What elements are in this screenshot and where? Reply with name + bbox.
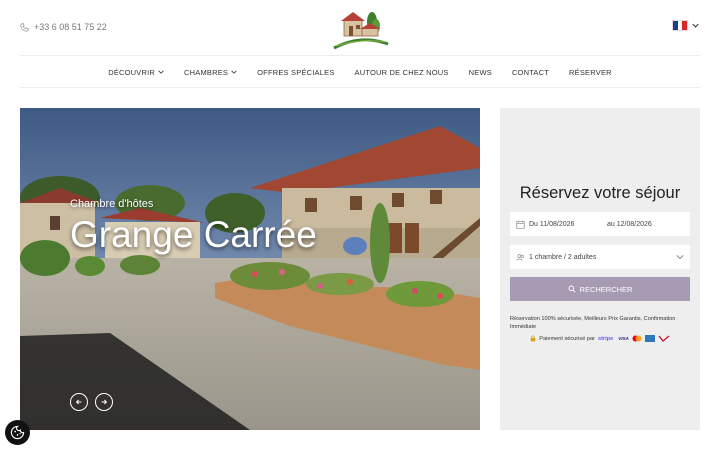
nav-label: RÉSERVER: [569, 67, 612, 77]
booking-title: Réservez votre séjour: [519, 184, 681, 202]
hero-title: Grange Carrée: [70, 214, 317, 255]
site-logo[interactable]: [332, 8, 390, 52]
phone-number: +33 6 08 51 75 22: [34, 22, 107, 32]
search-label: RECHERCHER: [579, 284, 633, 294]
search-icon: [568, 285, 576, 293]
date-range-field[interactable]: Du 11/08/2026 au 12/08/2026: [510, 212, 690, 236]
nav-label: NEWS: [468, 67, 492, 77]
visa-logo: VISA: [618, 336, 629, 341]
chevron-down-icon: [692, 23, 699, 28]
guests-field[interactable]: 1 chambre / 2 adultes: [510, 245, 690, 269]
hero-slider: Chambre d'hôtes Grange Carrée: [20, 108, 480, 430]
nav-item-offres[interactable]: OFFRES SPÉCIALES: [247, 68, 344, 77]
logo-image: [333, 12, 389, 50]
nav-item-chambres[interactable]: CHAMBRES: [174, 68, 247, 77]
mastercard-icon: [632, 335, 642, 342]
top-bar: +33 6 08 51 75 22: [0, 0, 720, 56]
slider-prev-button[interactable]: [70, 393, 88, 411]
chevron-down-icon: [231, 70, 237, 74]
search-button[interactable]: RECHERCHER: [510, 277, 690, 301]
phone-contact[interactable]: +33 6 08 51 75 22: [20, 20, 107, 34]
secure-payment-row: Paiement sécurisé par stripe VISA: [500, 335, 700, 342]
nav-label: CHAMBRES: [184, 67, 229, 77]
calendar-icon: [516, 220, 525, 229]
chevron-down-icon: [158, 70, 164, 74]
divider-top: [20, 55, 700, 56]
nav-label: OFFRES SPÉCIALES: [257, 67, 335, 77]
nav-label: DÉCOUVRIR: [108, 67, 156, 77]
lock-icon: [530, 335, 536, 342]
nav-item-contact[interactable]: CONTACT: [502, 68, 559, 77]
divider-nav: [20, 87, 700, 88]
main-nav: DÉCOUVRIR CHAMBRES OFFRES SPÉCIALES AUTO…: [0, 62, 720, 82]
guests-value: 1 chambre / 2 adultes: [529, 253, 597, 261]
payment-label: Paiement sécurisé par: [539, 335, 595, 342]
cookie-settings-button[interactable]: [5, 420, 30, 445]
france-flag-icon: [672, 20, 688, 31]
nav-label: AUTOUR DE CHEZ NOUS: [354, 67, 449, 77]
nav-item-autour[interactable]: AUTOUR DE CHEZ NOUS: [345, 68, 459, 77]
nav-item-news[interactable]: NEWS: [459, 68, 502, 77]
date-to: au 12/08/2026: [607, 220, 652, 228]
card-brand-icon: [658, 335, 670, 342]
amex-icon: [644, 335, 655, 342]
hero-photo: [20, 108, 480, 430]
phone-icon: [20, 22, 29, 32]
users-icon: [516, 253, 524, 261]
stripe-logo: stripe: [597, 335, 614, 342]
booking-panel: Réservez votre séjour Du 11/08/2026 au 1…: [500, 108, 700, 430]
nav-item-decouvrir[interactable]: DÉCOUVRIR: [98, 68, 174, 77]
arrow-right-icon: [101, 399, 108, 405]
slider-next-button[interactable]: [95, 393, 113, 411]
chevron-down-icon: [676, 255, 684, 260]
nav-label: CONTACT: [511, 67, 550, 77]
hero-subtitle: Chambre d'hôtes: [70, 198, 154, 210]
language-selector[interactable]: [672, 20, 699, 31]
booking-guarantee-note: Réservation 100% sécurisée, Meilleurs Pr…: [510, 316, 676, 330]
arrow-left-icon: [75, 399, 82, 405]
date-from: Du 11/08/2026: [529, 220, 575, 228]
cookie-icon: [10, 425, 25, 440]
nav-item-reserver[interactable]: RÉSERVER: [559, 68, 622, 77]
